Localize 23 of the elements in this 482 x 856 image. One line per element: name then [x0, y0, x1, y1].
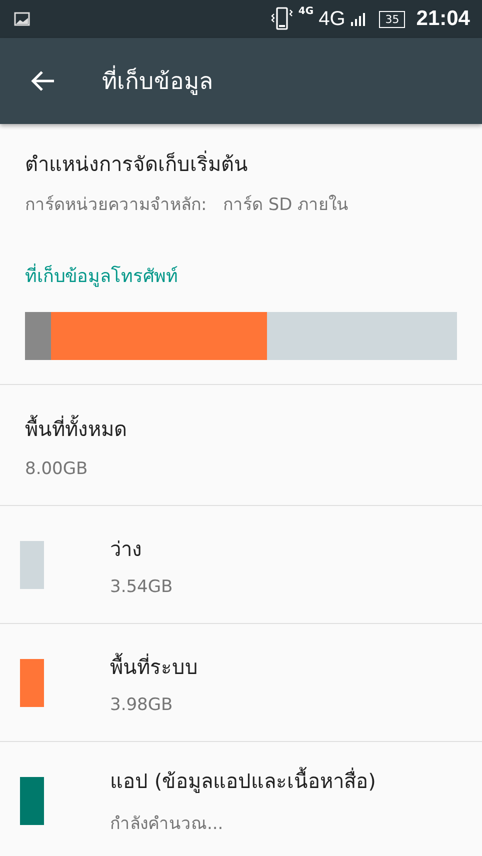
item-value: 8.00GB — [25, 459, 89, 479]
item-value: 3.54GB — [110, 576, 173, 596]
item-subtitle: การ์ดหน่วยความจำหลัก: การ์ด SD ภายใน — [25, 194, 350, 217]
list-item[interactable]: ตำแหน่งการจัดเก็บเริ่มต้น การ์ดหน่วยความจำหลัก: การ์ด SD ภายใน — [0, 124, 482, 217]
item-title: พื้นที่ระบบ — [110, 652, 198, 680]
item-title: ตำแหน่งการจัดเก็บเริ่มต้น — [25, 150, 249, 178]
back-arrow-icon — [30, 70, 56, 92]
list-item[interactable]: พื้นที่ระบบ 3.98GB — [0, 624, 482, 742]
screen-title: ที่เก็บข้อมูล — [102, 63, 213, 99]
clock: 21:04 — [416, 7, 470, 31]
item-title: แอป (ข้อมูลแอปและเนื้อหาสื่อ) — [110, 765, 376, 797]
image-icon — [14, 12, 30, 26]
battery-indicator: 35 — [379, 10, 406, 28]
item-title: ว่าง — [110, 536, 143, 562]
item-value: กำลังคำนวณ... — [110, 813, 224, 836]
list-item[interactable]: ว่าง 3.54GB — [0, 506, 482, 624]
item-value: 3.98GB — [110, 694, 174, 714]
vibrate-icon — [271, 6, 294, 32]
list-item[interactable]: แอป (ข้อมูลแอปและเนื้อหาสื่อ) กำลังคำนวณ... — [0, 742, 482, 856]
network-type: 4G — [318, 8, 346, 30]
network-type: 4G — [298, 6, 314, 17]
item-title: พื้นที่ทั้งหมด — [25, 413, 457, 445]
section-header: ที่เก็บข้อมูลโทรศัพท์ — [0, 217, 482, 290]
